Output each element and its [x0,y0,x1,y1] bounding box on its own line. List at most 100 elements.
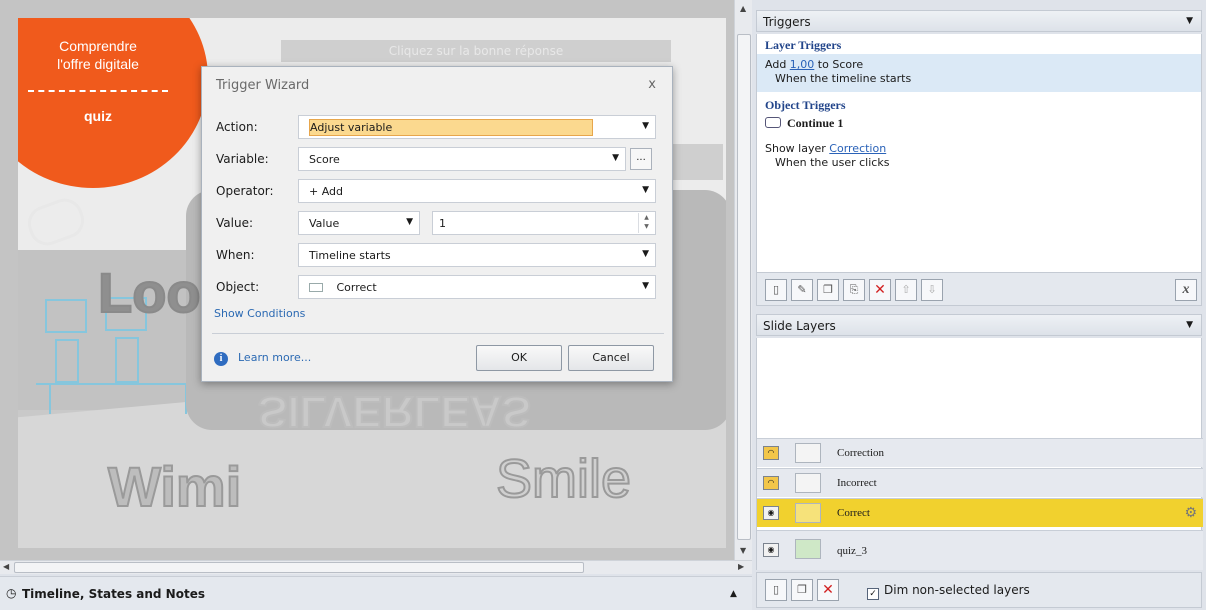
value-number-input[interactable]: 1 ▲ ▼ [432,211,656,235]
dim-layers-checkbox[interactable]: ✓ Dim non-selected layers [867,583,1030,600]
layer-row-selected[interactable]: ◉ Correct ⚙ [757,498,1203,527]
object-value: Correct [336,281,377,294]
chevron-down-icon: ▼ [642,185,649,195]
duplicate-layer-icon[interactable]: ❐ [791,579,813,601]
checkbox-checked-icon[interactable]: ✓ [867,588,879,600]
orange-quiz-label: quiz [84,108,112,124]
orange-title-line2: l'offre digitale [57,56,139,72]
right-panel: Triggers ▼ Layer Triggers Add 1,00 to Sc… [752,0,1206,610]
button-object-icon [765,117,781,128]
delete-layer-icon[interactable]: ✕ [817,579,839,601]
vertical-scroll-thumb[interactable] [737,34,751,540]
new-trigger-icon[interactable]: ▯ [765,279,787,301]
slide-layers-header[interactable]: Slide Layers ▼ [756,314,1202,336]
move-down-icon[interactable]: ⇩ [921,279,943,301]
learn-more-label[interactable]: Learn more... [238,351,311,364]
object-group[interactable]: Continue 1 [765,116,843,131]
chevron-down-icon[interactable]: ▼ [1186,16,1193,26]
base-layer-row[interactable]: ◉ quiz_3 [757,530,1203,570]
chevron-down-icon[interactable]: ▼ [1186,320,1193,330]
logo-smile: Smile [495,448,632,510]
operator-row: Operator: + Add ▼ [202,177,674,205]
ok-button[interactable]: OK [476,345,562,371]
manage-variables-button[interactable]: ... [630,148,652,170]
operator-label: Operator: [216,184,274,198]
eye-icon[interactable]: ◉ [763,506,779,520]
scroll-down-icon[interactable]: ▼ [740,546,746,555]
eye-icon[interactable]: ◉ [763,543,779,557]
timeline-label[interactable]: Timeline, States and Notes [22,587,205,601]
object-trigger-when: When the user clicks [775,156,890,169]
layer-triggers-heading: Layer Triggers [765,38,842,52]
object-triggers-heading: Object Triggers [765,98,846,112]
slide-layers-title: Slide Layers [763,319,836,333]
logo-wimi: Wimi [107,454,242,519]
chevron-down-icon: ▼ [406,217,413,227]
triggers-panel-header[interactable]: Triggers ▼ [756,10,1202,32]
action-row: Action: Adjust variable ▼ [202,113,674,141]
instruction-banner: Cliquez sur la bonne réponse [281,40,671,62]
layer-name: Correct [837,507,870,519]
chevron-down-icon: ▼ [642,249,649,259]
trigger-verb: Add [765,58,787,71]
cancel-button[interactable]: Cancel [568,345,654,371]
object-dropdown[interactable]: Correct ▼ [298,275,656,299]
when-row: When: Timeline starts ▼ [202,241,674,269]
object-name: Continue 1 [787,116,844,130]
new-layer-icon[interactable]: ▯ [765,579,787,601]
object-row: Object: Correct ▼ [202,273,674,301]
slide-layers-list: ◠ Correction ◠ Incorrect ◉ Correct ⚙ ◉ q… [756,338,1203,570]
object-trigger-action[interactable]: Show layer Correction [765,142,886,155]
paste-trigger-icon[interactable]: ⎘ [843,279,865,301]
copy-trigger-icon[interactable]: ❐ [817,279,839,301]
move-up-icon[interactable]: ⇧ [895,279,917,301]
value-row: Value: Value ▼ 1 ▲ ▼ [202,209,674,237]
scroll-left-icon[interactable]: ◀ [3,562,9,571]
info-icon: i [214,352,228,366]
gear-icon[interactable]: ⚙ [1184,505,1197,521]
horizontal-scroll-thumb[interactable] [14,562,584,573]
timeline-bar[interactable]: ◷ Timeline, States and Notes ▲ [0,576,752,610]
when-label: When: [216,248,255,262]
scroll-right-icon[interactable]: ▶ [738,562,744,571]
dialog-divider [212,333,664,334]
variables-button[interactable]: x [1175,279,1197,301]
layer-row[interactable]: ◠ Correction [757,438,1203,467]
show-conditions-link[interactable]: Show Conditions [214,307,305,320]
variable-label: Variable: [216,152,269,166]
layer-trigger-action: Add 1,00 to Score [765,58,863,71]
action-dropdown[interactable]: Adjust variable ▼ [298,115,656,139]
layer-row[interactable]: ◠ Incorrect [757,468,1203,497]
value-type: Value [309,217,340,230]
delete-trigger-icon[interactable]: ✕ [869,279,891,301]
learn-more-link[interactable]: i Learn more... [214,351,311,366]
spinner-arrows-icon[interactable]: ▲ ▼ [638,213,654,233]
scroll-up-icon[interactable]: ▲ [740,4,746,13]
layer-thumbnail [795,503,821,523]
value-type-dropdown[interactable]: Value ▼ [298,211,420,235]
variable-dropdown[interactable]: Score ▼ [298,147,626,171]
expand-up-icon[interactable]: ▲ [730,589,737,599]
layers-toolbar: ▯ ❐ ✕ ✓ Dim non-selected layers [756,572,1202,608]
layer-name: Correction [837,447,885,459]
value-label: Value: [216,216,253,230]
logo-silverleas: SILVERLEAS [257,386,532,437]
layer-trigger-item[interactable]: Add 1,00 to Score When the timeline star… [757,54,1201,92]
canvas-horizontal-scrollbar[interactable]: ◀ ▶ [0,560,752,574]
chevron-down-icon: ▼ [642,281,649,291]
layer-link[interactable]: Correction [829,142,886,155]
object-label: Object: [216,280,260,294]
action-value: Adjust variable [309,119,594,136]
edit-trigger-icon[interactable]: ✎ [791,279,813,301]
trigger-verb: Show layer [765,142,826,155]
hidden-eye-icon[interactable]: ◠ [763,476,779,490]
canvas-vertical-scrollbar[interactable]: ▲ ▼ [734,0,752,560]
trigger-wizard-dialog: Trigger Wizard x Action: Adjust variable… [201,66,673,382]
when-value: Timeline starts [309,249,391,262]
when-dropdown[interactable]: Timeline starts ▼ [298,243,656,267]
trigger-value-link[interactable]: 1,00 [790,58,815,71]
hidden-eye-icon[interactable]: ◠ [763,446,779,460]
operator-dropdown[interactable]: + Add ▼ [298,179,656,203]
close-icon[interactable]: x [648,77,656,92]
timeline-icon: ◷ [6,586,17,600]
